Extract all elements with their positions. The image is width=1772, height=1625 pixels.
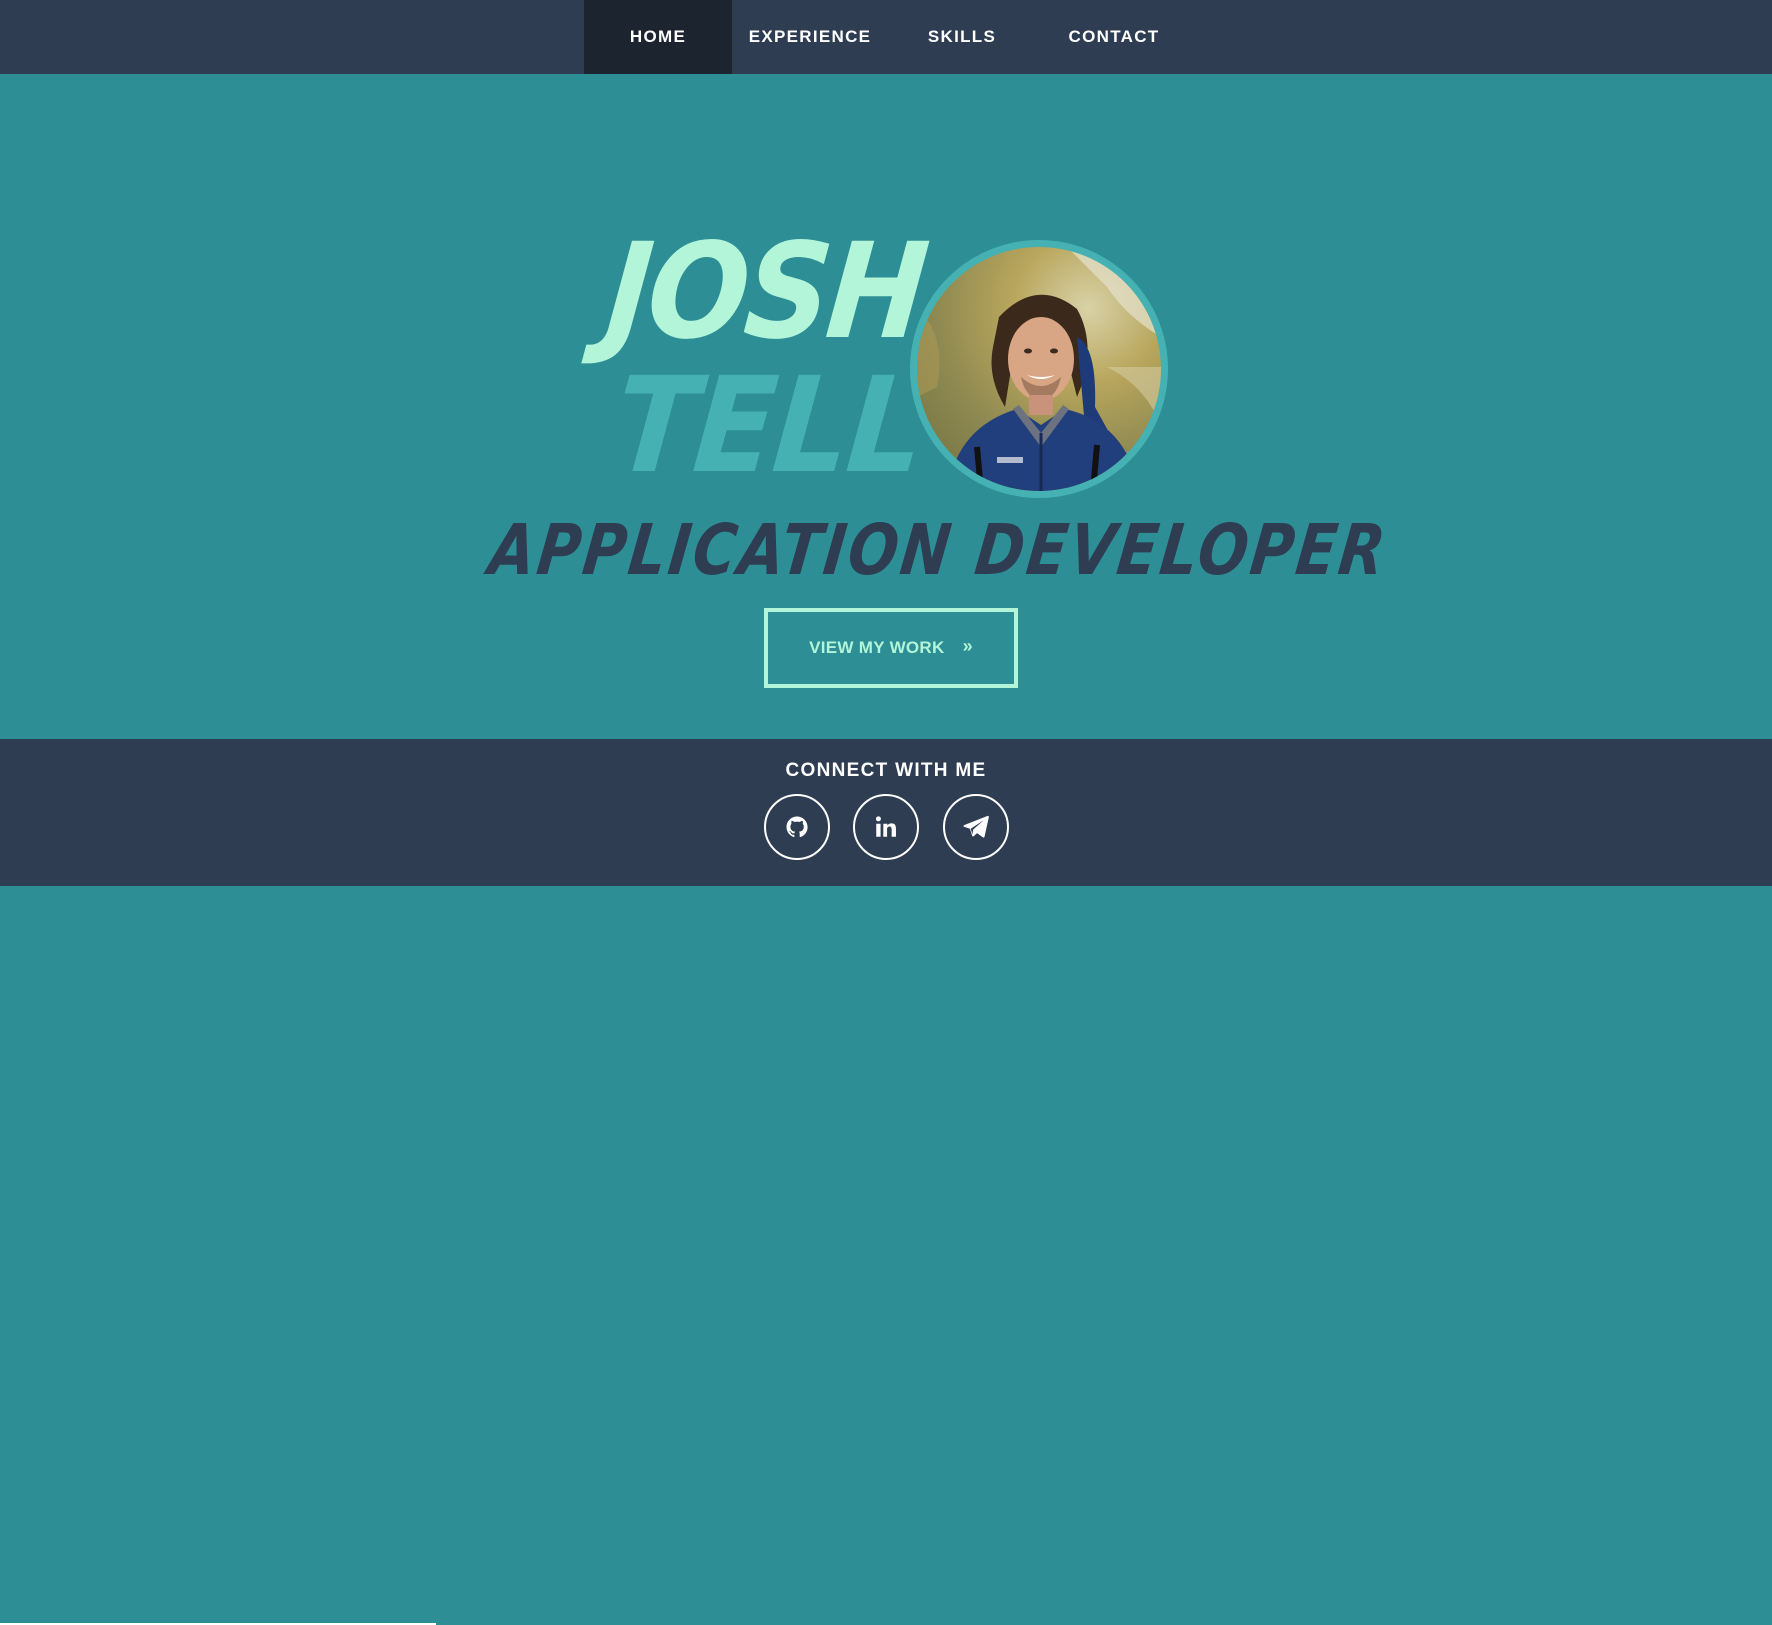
hero-job-title: APPLICATION DEVELOPER [485, 509, 1392, 591]
hero-last-name: TELL [608, 349, 930, 503]
profile-avatar [910, 240, 1168, 498]
connect-heading: CONNECT WITH ME [785, 760, 987, 781]
nav-home[interactable]: HOME [584, 0, 732, 74]
double-chevron-right-icon: » [962, 635, 973, 656]
nav-contact[interactable]: CONTACT [1036, 0, 1192, 74]
view-my-work-button[interactable]: VIEW MY WORK » [764, 608, 1018, 688]
hero-first-name: JOSH [600, 215, 931, 369]
top-navbar: HOME EXPERIENCE SKILLS CONTACT [0, 0, 1772, 74]
telegram-icon [963, 815, 989, 838]
telegram-button[interactable] [943, 794, 1009, 860]
github-icon [786, 816, 808, 838]
linkedin-button[interactable] [853, 794, 919, 860]
nav-experience[interactable]: EXPERIENCE [732, 0, 888, 74]
github-button[interactable] [764, 794, 830, 860]
footer: CONNECT WITH ME [0, 739, 1772, 1625]
view-my-work-label: VIEW MY WORK [809, 638, 945, 657]
linkedin-icon [875, 816, 896, 837]
nav-skills[interactable]: SKILLS [888, 0, 1036, 74]
hero-section: JOSH TELL APPLICATION DEVELOPER VIEW MY … [0, 74, 1772, 739]
profile-photo [917, 247, 1161, 491]
